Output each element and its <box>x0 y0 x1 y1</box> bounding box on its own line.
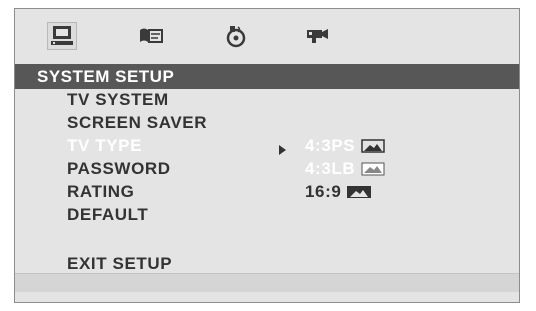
option-label: 16:9 <box>305 182 342 201</box>
page-title: SYSTEM SETUP <box>37 67 175 86</box>
option-16-9[interactable]: 16:9 <box>305 182 372 202</box>
menu-item-rating[interactable]: RATING <box>67 182 135 202</box>
aspect-4-3-pan-scan-icon <box>361 139 385 153</box>
aspect-4-3-letterbox-icon <box>361 162 385 176</box>
menu-item-default[interactable]: DEFAULT <box>67 205 148 225</box>
monitor-icon <box>51 26 73 45</box>
tab-audio-setup[interactable] <box>222 23 250 49</box>
option-4-3-lb[interactable]: 4:3LB <box>305 159 385 179</box>
setup-menu-panel: SYSTEM SETUP TV SYSTEM SCREEN SAVER TV T… <box>14 8 520 303</box>
tab-system-setup[interactable] <box>47 22 77 50</box>
tab-language-setup[interactable] <box>137 23 165 49</box>
menu-item-exit-setup[interactable]: EXIT SETUP <box>67 254 172 274</box>
menu-item-password[interactable]: PASSWORD <box>67 159 171 179</box>
menu-item-tv-type[interactable]: TV TYPE <box>67 136 142 156</box>
section-header-bar: SYSTEM SETUP <box>15 64 519 89</box>
menu-item-screen-saver[interactable]: SCREEN SAVER <box>67 113 207 133</box>
aspect-16-9-icon <box>347 186 372 198</box>
category-tab-bar <box>15 9 519 61</box>
option-label: 4:3LB <box>305 159 356 178</box>
option-4-3-ps[interactable]: 4:3PS <box>305 136 385 156</box>
selection-arrow-icon <box>279 145 286 155</box>
bottom-status-band <box>15 273 519 292</box>
speaker-disc-icon <box>226 26 246 48</box>
video-camera-icon <box>307 29 328 43</box>
tab-video-setup[interactable] <box>303 23 331 49</box>
language-icon <box>140 28 163 43</box>
menu-item-tv-system[interactable]: TV SYSTEM <box>67 90 169 110</box>
option-label: 4:3PS <box>305 136 356 155</box>
